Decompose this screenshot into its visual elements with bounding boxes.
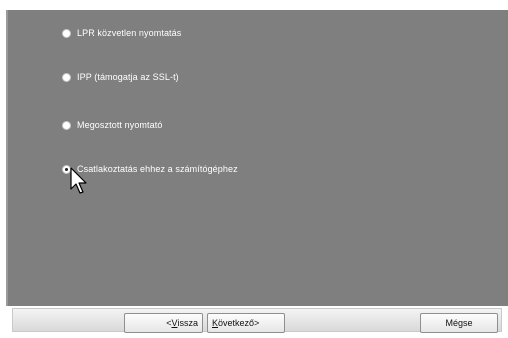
radio-button[interactable]	[62, 120, 71, 130]
option-label: Megosztott nyomtató	[77, 120, 163, 130]
option-ipp-ssl[interactable]: IPP (támogatja az SSL-t)	[62, 69, 179, 85]
cancel-button-label: Mégse	[445, 318, 473, 328]
cancel-button[interactable]: Mégse	[420, 313, 498, 333]
radio-button[interactable]	[62, 28, 71, 38]
radio-button[interactable]	[62, 72, 71, 82]
next-button[interactable]: Következő >	[207, 313, 285, 333]
dialog-content-area	[6, 10, 508, 306]
next-button-label: övetkező	[218, 318, 255, 328]
option-shared-printer[interactable]: Megosztott nyomtató	[62, 117, 162, 133]
back-button[interactable]: < Vissza	[124, 313, 203, 333]
back-button-label: issza	[177, 318, 198, 328]
dialog-left-edge	[6, 10, 8, 306]
option-lpr-direct-print[interactable]: LPR közvetlen nyomtatás	[62, 25, 181, 41]
option-label: Csatlakoztatás ehhez a számítógéphez	[77, 164, 238, 174]
option-connect-to-this-computer[interactable]: Csatlakoztatás ehhez a számítógéphez	[62, 161, 238, 177]
mouse-pointer-icon	[70, 167, 87, 194]
option-label: IPP (támogatja az SSL-t)	[77, 72, 179, 82]
option-label: LPR közvetlen nyomtatás	[77, 28, 182, 38]
next-button-suffix: >	[254, 318, 260, 328]
